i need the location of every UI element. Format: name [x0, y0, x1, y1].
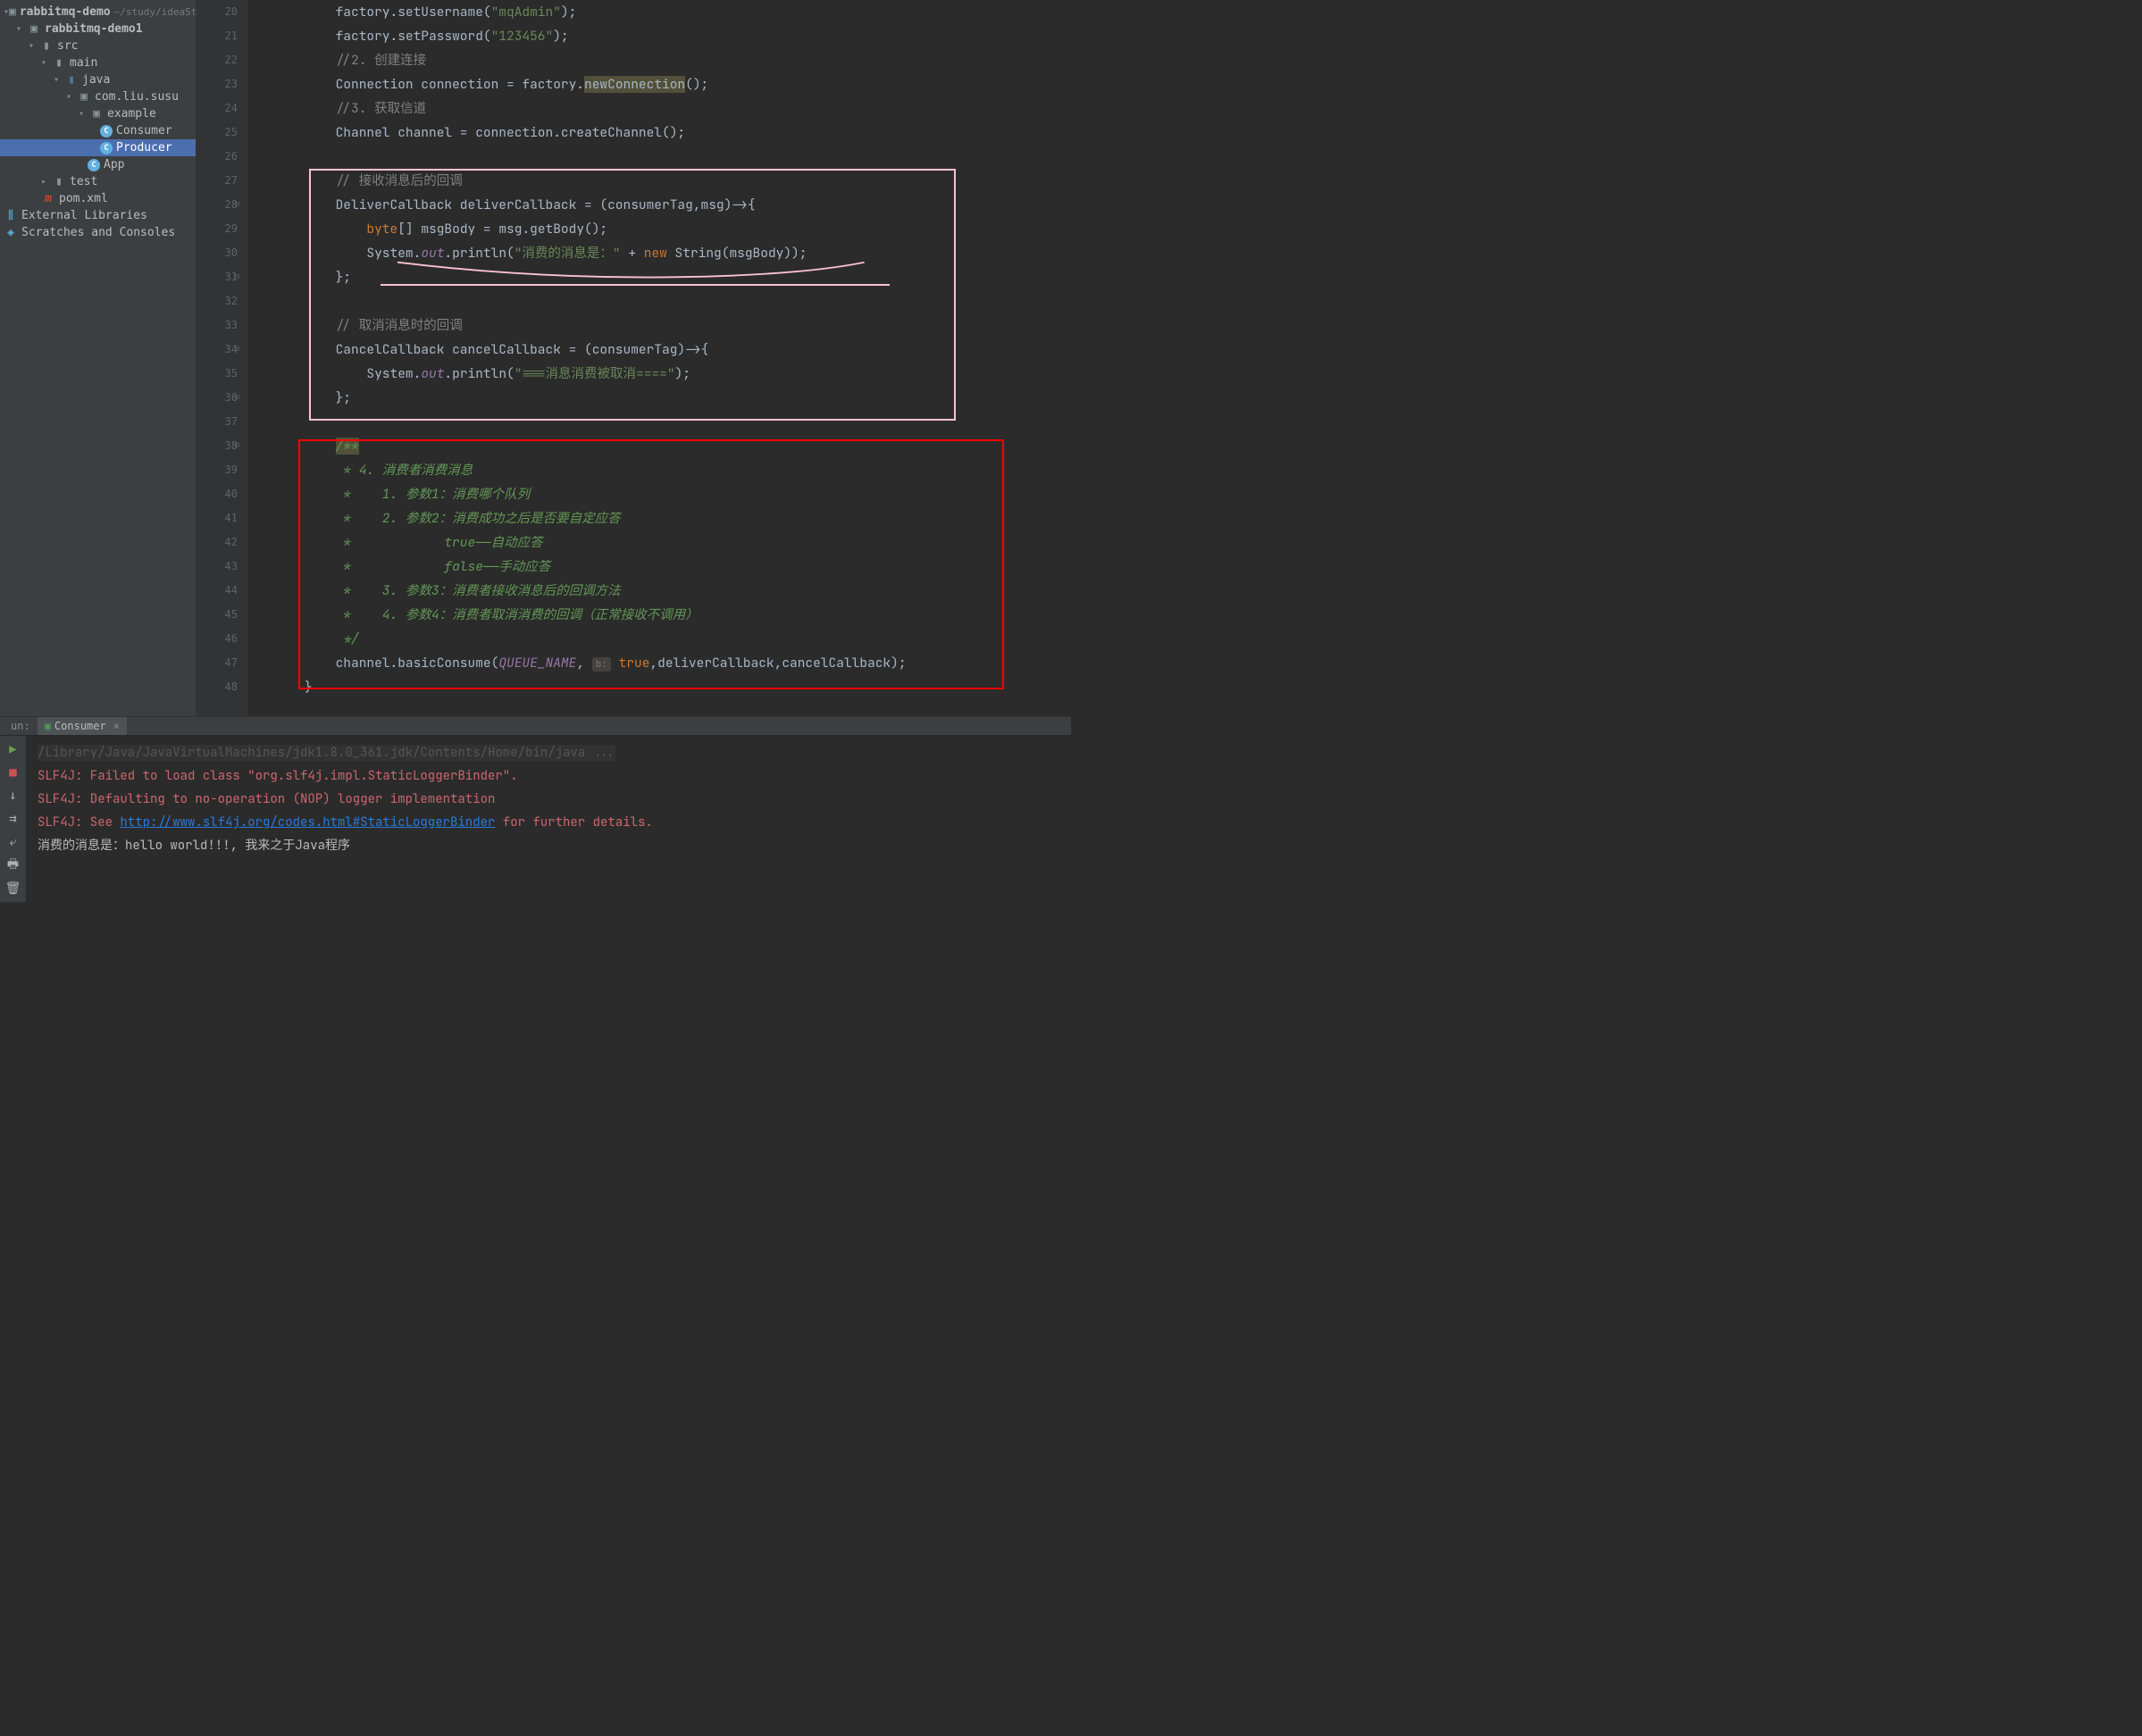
scratch-icon: ◈	[4, 226, 18, 239]
package-example[interactable]: ▾▣example	[0, 105, 196, 122]
folder-main[interactable]: ▾▮main	[0, 54, 196, 71]
folder-src[interactable]: ▾▮src	[0, 38, 196, 54]
project-tree: ▾▣rabbitmq-demo~/study/ideaStu ▾▣rabbitm…	[0, 0, 196, 245]
close-icon[interactable]: ×	[113, 720, 120, 732]
package-comliususu[interactable]: ▾▣com.liu.susu	[0, 88, 196, 105]
class-consumer[interactable]: CConsumer	[0, 122, 196, 139]
wrap-icon[interactable]: ⤶	[4, 832, 23, 852]
stop-icon[interactable]: ■	[4, 763, 23, 782]
down-icon[interactable]: ↓	[4, 786, 23, 805]
java-class-icon: C	[100, 142, 113, 154]
fold-icon[interactable]: ⊟	[235, 338, 239, 362]
slf4j-link[interactable]: http://www.slf4j.org/codes.html#StaticLo…	[120, 814, 495, 830]
fold-icon[interactable]: ⊡	[235, 265, 239, 289]
java-class-icon: C	[100, 125, 113, 138]
run-label: un:	[4, 720, 38, 732]
run-tab-consumer[interactable]: ▣ Consumer ×	[38, 717, 127, 735]
maven-icon: m	[41, 192, 55, 205]
class-app[interactable]: CApp	[0, 156, 196, 173]
project-root[interactable]: ▾▣rabbitmq-demo~/study/ideaStu	[0, 4, 196, 21]
scratches-consoles[interactable]: ◈Scratches and Consoles	[0, 224, 196, 241]
java-class-icon: C	[88, 159, 100, 171]
file-pom[interactable]: mpom.xml	[0, 190, 196, 207]
layout-icon[interactable]: ⇉	[4, 809, 23, 829]
folder-test[interactable]: ▸▮test	[0, 173, 196, 190]
console-output[interactable]: /Library/Java/JavaVirtualMachines/jdk1.8…	[27, 736, 1071, 902]
fold-icon[interactable]: ⊟	[235, 434, 239, 458]
project-sidebar: ▾▣rabbitmq-demo~/study/ideaStu ▾▣rabbitm…	[0, 0, 197, 716]
run-toolbar: ▶ ■ ↓ ⇉ ⤶ 🖶 🗑	[0, 736, 27, 902]
fold-icon[interactable]: ⊡	[235, 386, 239, 410]
run-status-icon: ▣	[45, 720, 51, 732]
trash-icon[interactable]: 🗑	[4, 879, 23, 898]
external-libraries[interactable]: ⫼External Libraries	[0, 207, 196, 224]
line-gutter: 20 21 22 23 24 25 26 27 28⊟ 29 30 31⊡ 32…	[197, 0, 248, 716]
rerun-icon[interactable]: ▶	[4, 739, 23, 759]
class-producer[interactable]: CProducer	[0, 139, 196, 156]
run-panel: un: ▣ Consumer × ▶ ■ ↓ ⇉ ⤶ 🖶 🗑 /Library/…	[0, 716, 1071, 868]
module-demo1[interactable]: ▾▣rabbitmq-demo1	[0, 21, 196, 38]
code-editor[interactable]: 20 21 22 23 24 25 26 27 28⊟ 29 30 31⊡ 32…	[197, 0, 1071, 716]
library-icon: ⫼	[4, 209, 18, 222]
fold-icon[interactable]: ⊟	[235, 193, 239, 217]
print-icon[interactable]: 🖶	[4, 855, 23, 875]
folder-java[interactable]: ▾▮java	[0, 71, 196, 88]
